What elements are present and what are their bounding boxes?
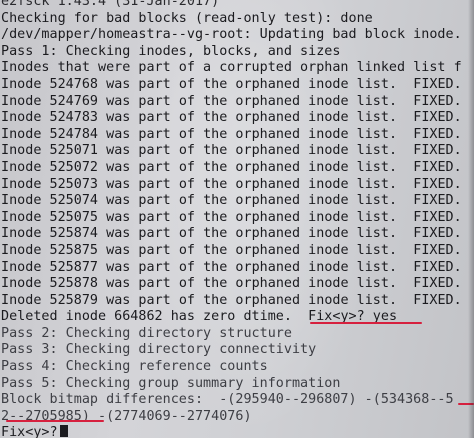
inode-number: 525877 (49, 259, 99, 275)
terminal-screen: e2fsck 1.43.4 (31-Jan-2017) Checking for… (0, 0, 474, 438)
inode-number: 525875 (49, 242, 99, 258)
inode-label: Inode (1, 209, 42, 225)
orphan-message: was part of the orphaned inode list. (106, 193, 398, 209)
orphan-message: was part of the orphaned inode list. (106, 209, 398, 225)
orphan-message: was part of the orphaned inode list. (106, 76, 398, 92)
orphan-inode-line: Inode 525879 was part of the orphaned in… (0, 293, 474, 310)
inode-number: 525874 (49, 226, 99, 242)
inode-label: Inode (1, 176, 42, 192)
orphan-inode-line: Inode 525878 was part of the orphaned in… (0, 276, 474, 293)
inode-number: 524768 (49, 76, 99, 92)
fixed-status: FIXED. (413, 209, 462, 225)
orphan-message: was part of the orphaned inode list. (106, 143, 398, 159)
final-fix-prompt: Fix<y>? (1, 425, 58, 438)
fixed-status: FIXED. (413, 259, 462, 275)
orphan-message: was part of the orphaned inode list. (106, 93, 398, 109)
inode-label: Inode (1, 143, 42, 159)
orphan-message: was part of the orphaned inode list. (106, 159, 398, 175)
inode-number: 525878 (49, 276, 99, 292)
inode-number: 524783 (49, 110, 99, 126)
console-output: e2fsck 1.43.4 (31-Jan-2017) Checking for… (0, 0, 474, 438)
orphan-inode-line: Inode 525071 was part of the orphaned in… (0, 143, 474, 160)
orphan-message: was part of the orphaned inode list. (106, 242, 398, 258)
orphan-header-line: Inodes that were part of a corrupted orp… (1, 60, 462, 76)
orphan-inode-line: Inode 524783 was part of the orphaned in… (0, 110, 474, 127)
bad-blocks-line: Checking for bad blocks (read-only test)… (1, 10, 373, 26)
orphan-inode-line: Inode 525874 was part of the orphaned in… (0, 226, 474, 243)
orphan-inode-line: Inode 525074 was part of the orphaned in… (0, 193, 474, 210)
inode-number: 525075 (49, 209, 99, 225)
inode-label: Inode (1, 242, 42, 258)
orphan-inode-line: Inode 525072 was part of the orphaned in… (0, 160, 474, 177)
inode-label: Inode (1, 259, 42, 275)
bitmap-continuation-line: 2--2705985) -(2774069--2774076) (1, 408, 252, 424)
inode-label: Inode (1, 193, 42, 209)
deleted-inode-text: Deleted inode 664862 has zero dtime. (1, 309, 292, 325)
inode-label: Inode (1, 226, 42, 242)
pass1-line: Pass 1: Checking inodes, blocks, and siz… (1, 43, 341, 59)
orphan-message: was part of the orphaned inode list. (106, 226, 398, 242)
inode-label: Inode (1, 292, 42, 308)
inode-label: Inode (1, 110, 42, 126)
orphan-inode-line: Inode 525875 was part of the orphaned in… (0, 243, 474, 260)
fixed-status: FIXED. (413, 76, 462, 92)
fixed-status: FIXED. (413, 176, 462, 192)
fixed-status: FIXED. (413, 126, 462, 142)
screen-edge-shadow (468, 0, 474, 438)
inode-number: 525074 (49, 193, 99, 209)
orphan-inode-line: Inode 525877 was part of the orphaned in… (0, 260, 474, 277)
orphan-inode-line: Inode 524768 was part of the orphaned in… (0, 77, 474, 94)
fixed-status: FIXED. (413, 276, 462, 292)
pass4-line: Pass 4: Checking reference counts (1, 359, 268, 375)
orphan-message: was part of the orphaned inode list. (106, 292, 398, 308)
version-line: e2fsck 1.43.4 (31-Jan-2017) (1, 0, 220, 9)
pass2-line: Pass 2: Checking directory structure (1, 325, 292, 341)
inode-label: Inode (1, 93, 42, 109)
inode-number: 525073 (49, 176, 99, 192)
orphan-inode-line: Inode 525075 was part of the orphaned in… (0, 210, 474, 227)
fixed-status: FIXED. (413, 159, 462, 175)
orphan-inode-list: Inode 524768 was part of the orphaned in… (0, 77, 474, 309)
fixed-status: FIXED. (413, 292, 462, 308)
fixed-status: FIXED. (413, 143, 462, 159)
orphan-message: was part of the orphaned inode list. (106, 276, 398, 292)
fixed-status: FIXED. (413, 226, 462, 242)
inode-label: Inode (1, 276, 42, 292)
inode-label: Inode (1, 159, 42, 175)
inode-number: 525071 (49, 143, 99, 159)
pass3-line: Pass 3: Checking directory connectivity (1, 342, 317, 358)
fixed-status: FIXED. (413, 93, 462, 109)
inode-number: 524784 (49, 126, 99, 142)
orphan-message: was part of the orphaned inode list. (106, 126, 398, 142)
final-prompt-line[interactable]: Fix<y>? (0, 425, 474, 438)
text-cursor (59, 425, 68, 438)
red-underline-bitmap (6, 420, 104, 422)
orphan-message: was part of the orphaned inode list. (106, 110, 398, 126)
red-underline-fix-answer (310, 322, 422, 324)
update-inode-line: /dev/mapper/homeastra--vg-root: Updating… (1, 27, 462, 43)
orphan-message: was part of the orphaned inode list. (106, 259, 398, 275)
fixed-status: FIXED. (413, 110, 462, 126)
orphan-inode-line: Inode 524784 was part of the orphaned in… (0, 127, 474, 144)
pass5-line: Pass 5: Checking group summary informati… (1, 375, 341, 391)
orphan-inode-line: Inode 524769 was part of the orphaned in… (0, 94, 474, 111)
inode-number: 525072 (49, 159, 99, 175)
bitmap-differences-line: Block bitmap differences: -(295940--2968… (1, 392, 454, 408)
inode-number: 524769 (49, 93, 99, 109)
orphan-inode-line: Inode 525073 was part of the orphaned in… (0, 177, 474, 194)
inode-number: 525879 (49, 292, 99, 308)
orphan-message: was part of the orphaned inode list. (106, 176, 398, 192)
fixed-status: FIXED. (413, 193, 462, 209)
inode-label: Inode (1, 126, 42, 142)
inode-label: Inode (1, 76, 42, 92)
fixed-status: FIXED. (413, 242, 462, 258)
